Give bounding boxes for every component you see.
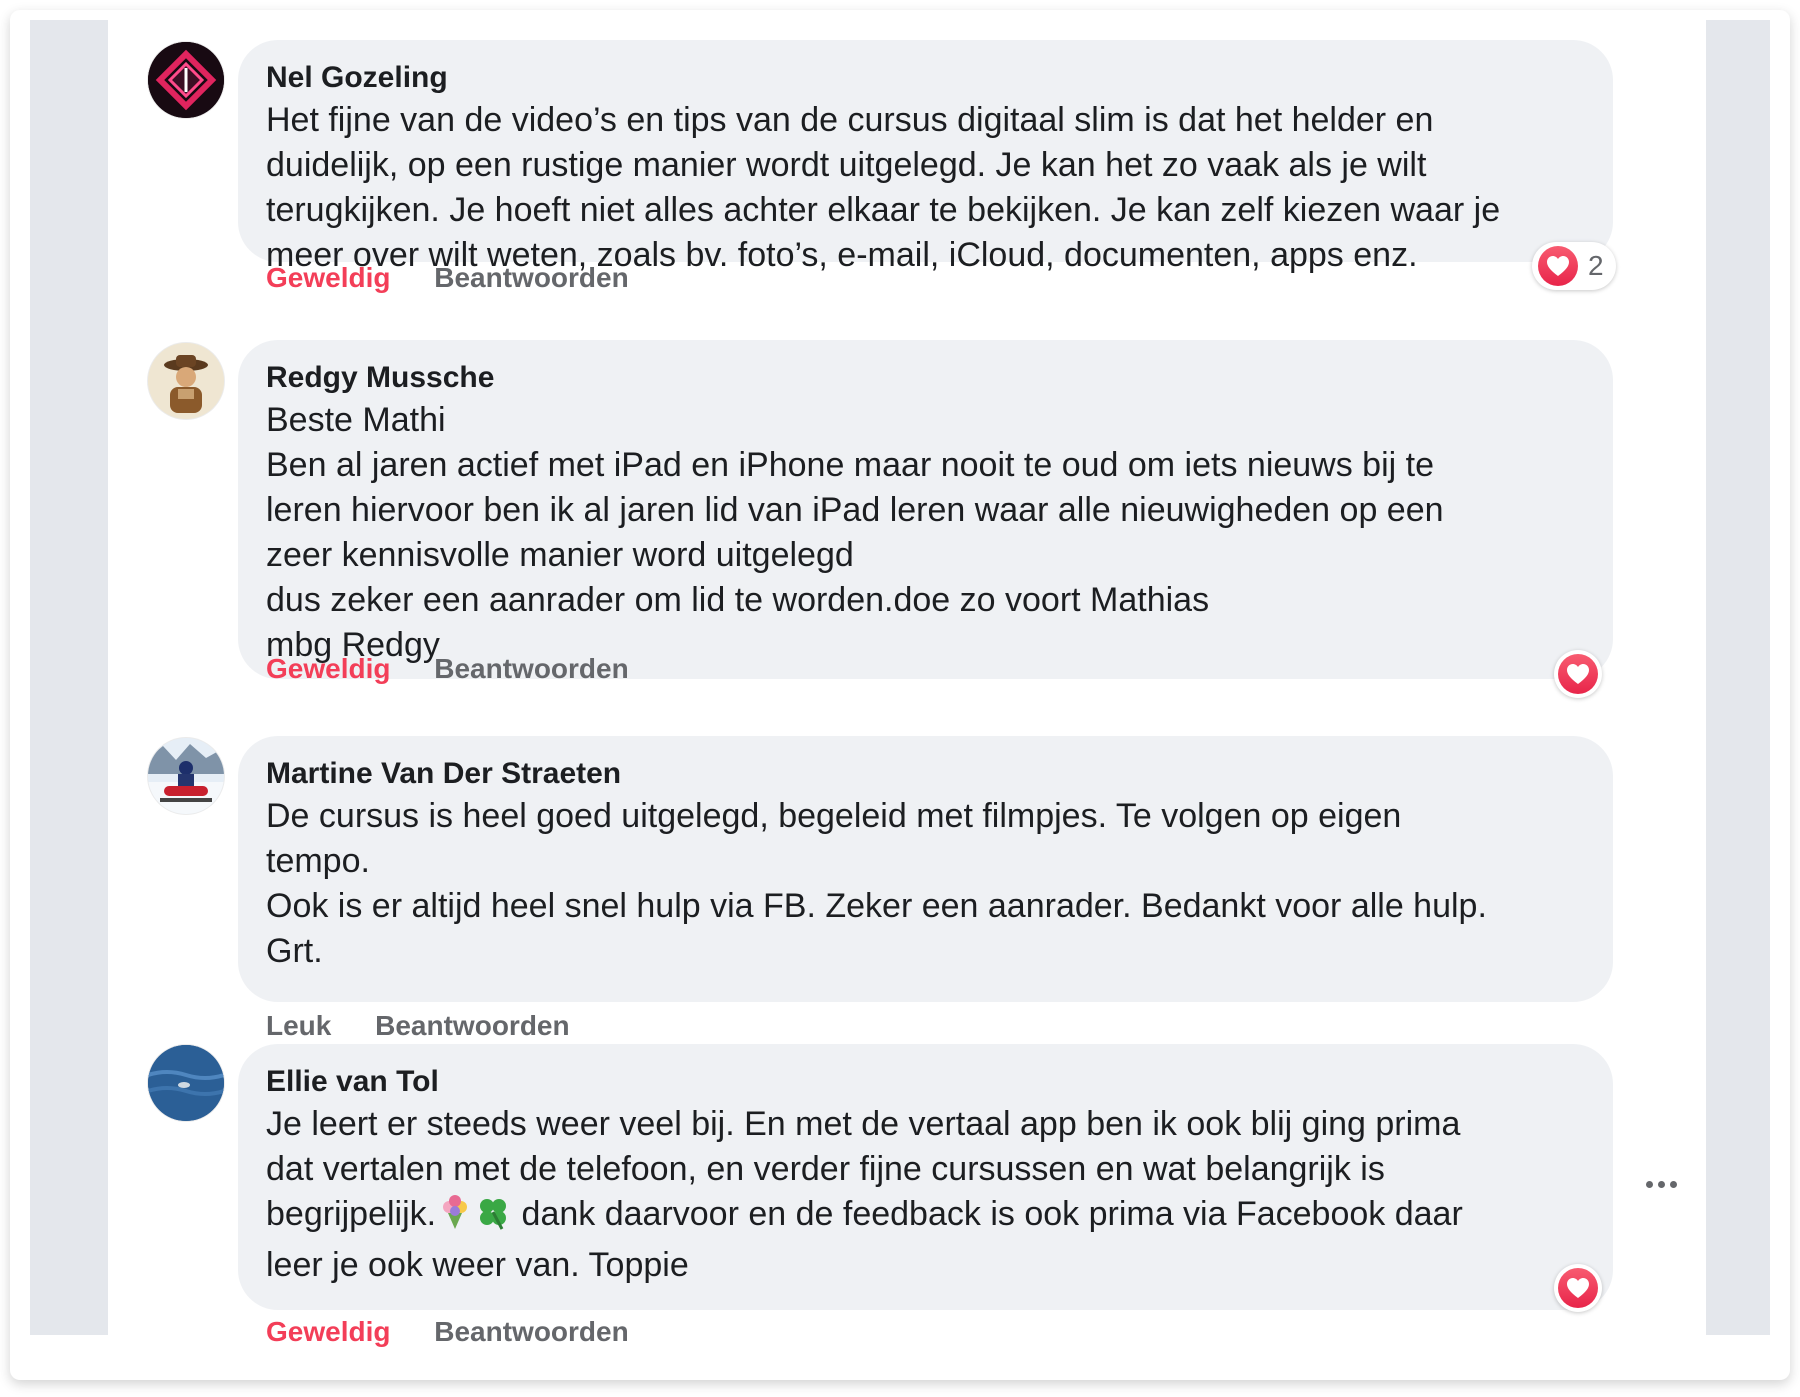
- reply-button[interactable]: Beantwoorden: [375, 1010, 569, 1041]
- sea-photo-avatar[interactable]: [148, 1045, 224, 1121]
- comment-author[interactable]: Ellie van Tol: [266, 1062, 1585, 1102]
- bouquet-emoji-icon: [436, 1193, 474, 1243]
- comment-text: Het fijne van de video’s en tips van de …: [266, 101, 1501, 274]
- comment-bubble: Ellie van Tol Je leert er steeds weer ve…: [238, 1044, 1613, 1310]
- reaction-button[interactable]: Geweldig: [266, 653, 390, 684]
- comment-bubble: Nel Gozeling Het fijne van de video’s en…: [238, 40, 1613, 274]
- reply-button[interactable]: Beantwoorden: [434, 1316, 628, 1347]
- comment-text: De cursus is heel goed uitgelegd, begele…: [266, 797, 1487, 970]
- reaction-summary[interactable]: [1554, 1264, 1602, 1312]
- right-gutter: [1706, 20, 1770, 1335]
- reaction-button[interactable]: Geweldig: [266, 262, 390, 293]
- comment-actions: Leuk Beantwoorden: [266, 1008, 606, 1044]
- four-leaf-clover-emoji-icon: [474, 1193, 512, 1243]
- comment-author[interactable]: Nel Gozeling: [266, 58, 1585, 98]
- reply-button[interactable]: Beantwoorden: [434, 653, 628, 684]
- snowmobile-photo-avatar[interactable]: [148, 738, 224, 814]
- like-button[interactable]: Leuk: [266, 1010, 331, 1041]
- heart-icon: [1558, 654, 1598, 694]
- reaction-summary[interactable]: [1554, 650, 1602, 698]
- comment-author[interactable]: Redgy Mussche: [266, 358, 1585, 398]
- comment-bubble: Martine Van Der Straeten De cursus is he…: [238, 736, 1613, 1002]
- comment-feed: Nel Gozeling Het fijne van de video’s en…: [108, 20, 1704, 1347]
- comment-text: Je leert er steeds weer veel bij. En met…: [266, 1102, 1585, 1288]
- comment-actions: Geweldig Beantwoorden: [266, 260, 665, 296]
- heart-icon: [1558, 1268, 1598, 1308]
- reaction-summary[interactable]: 2: [1532, 242, 1616, 290]
- comment-actions: Geweldig Beantwoorden: [266, 1314, 665, 1350]
- screenshot-card: Nel Gozeling Het fijne van de video’s en…: [10, 10, 1790, 1380]
- comment-actions: Geweldig Beantwoorden: [266, 651, 665, 687]
- cowboy-photo-avatar[interactable]: [148, 343, 224, 419]
- comment-text: Beste Mathi Ben al jaren actief met iPad…: [266, 401, 1444, 664]
- more-options-icon[interactable]: [1646, 1174, 1686, 1194]
- reaction-button[interactable]: Geweldig: [266, 1316, 390, 1347]
- diamond-logo-avatar[interactable]: [148, 42, 224, 118]
- left-gutter: [30, 20, 108, 1335]
- comment-bubble: Redgy Mussche Beste Mathi Ben al jaren a…: [238, 340, 1613, 679]
- heart-icon: [1538, 246, 1578, 286]
- comment-author[interactable]: Martine Van Der Straeten: [266, 754, 1585, 794]
- reaction-count: 2: [1588, 250, 1604, 281]
- reply-button[interactable]: Beantwoorden: [434, 262, 628, 293]
